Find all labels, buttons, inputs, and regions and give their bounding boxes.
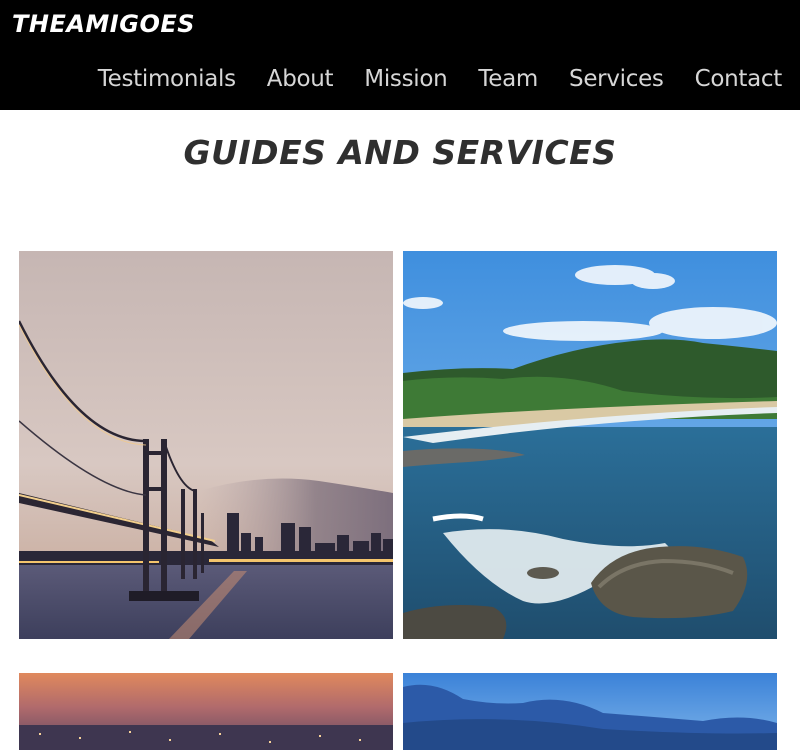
gallery-card-bridge[interactable] (19, 251, 393, 639)
city-sunset-photo (19, 673, 393, 750)
gallery-card-mountains[interactable] (403, 673, 777, 750)
nav-link-mission[interactable]: Mission (364, 66, 447, 92)
top-navbar: TheAmigoes Testimonials About Mission Te… (0, 0, 800, 110)
page-title: Guides and Services (183, 133, 617, 172)
nav-link-contact[interactable]: Contact (695, 66, 783, 92)
brand-logo[interactable]: TheAmigoes (12, 10, 195, 38)
nav-link-team[interactable]: Team (478, 66, 538, 92)
gallery-card-coast[interactable] (403, 251, 777, 639)
main-nav: Testimonials About Mission Team Services… (98, 66, 783, 92)
nav-link-testimonials[interactable]: Testimonials (98, 66, 236, 92)
nav-link-services[interactable]: Services (569, 66, 664, 92)
nav-link-about[interactable]: About (267, 66, 334, 92)
coastline-photo (403, 251, 777, 639)
gallery-card-city[interactable] (19, 673, 393, 750)
bridge-city-photo (19, 251, 393, 639)
mountains-photo (403, 673, 777, 750)
